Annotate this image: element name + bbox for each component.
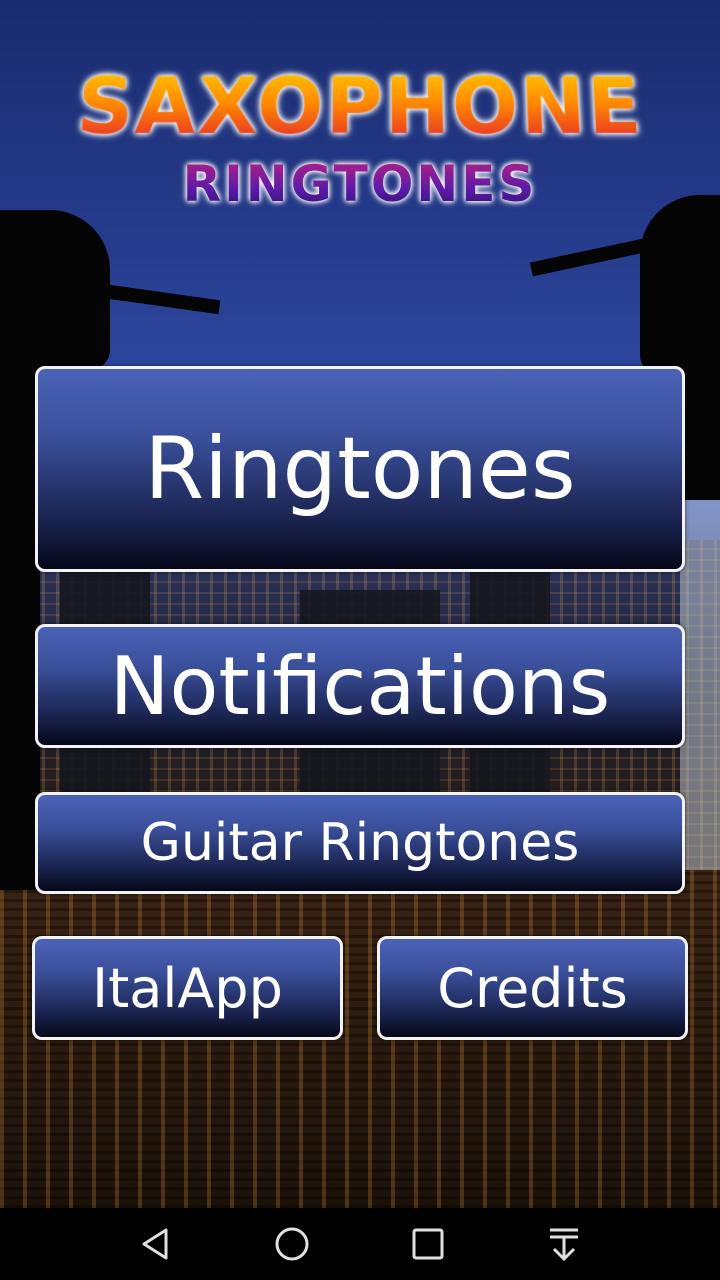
app-logo: SAXOPHONE RINGTONES xyxy=(0,60,720,230)
guitar-ringtones-button-label: Guitar Ringtones xyxy=(141,813,580,873)
saxophonist-right-body xyxy=(685,360,720,500)
credits-button[interactable]: Credits xyxy=(377,936,688,1040)
italapp-button[interactable]: ItalApp xyxy=(32,936,343,1040)
logo-line-2: RINGTONES xyxy=(0,155,720,213)
home-icon[interactable] xyxy=(270,1222,314,1266)
notifications-button[interactable]: Notifications xyxy=(35,624,685,748)
saxophonist-left-silhouette xyxy=(0,210,110,370)
italapp-button-label: ItalApp xyxy=(92,957,283,1020)
system-navigation-bar xyxy=(0,1208,720,1280)
back-icon[interactable] xyxy=(134,1222,178,1266)
recents-icon[interactable] xyxy=(406,1222,450,1266)
logo-line-1: SAXOPHONE xyxy=(0,61,720,155)
saxophone-left xyxy=(100,284,221,315)
credits-button-label: Credits xyxy=(437,957,628,1020)
notifications-pull-icon[interactable] xyxy=(542,1222,586,1266)
saxophonist-left-body xyxy=(0,360,40,890)
guitar-ringtones-button[interactable]: Guitar Ringtones xyxy=(35,792,685,894)
ringtones-button[interactable]: Ringtones xyxy=(35,366,685,572)
notifications-button-label: Notifications xyxy=(110,640,611,733)
building xyxy=(680,490,720,870)
ringtones-button-label: Ringtones xyxy=(144,419,575,519)
saxophone-right xyxy=(530,238,650,277)
